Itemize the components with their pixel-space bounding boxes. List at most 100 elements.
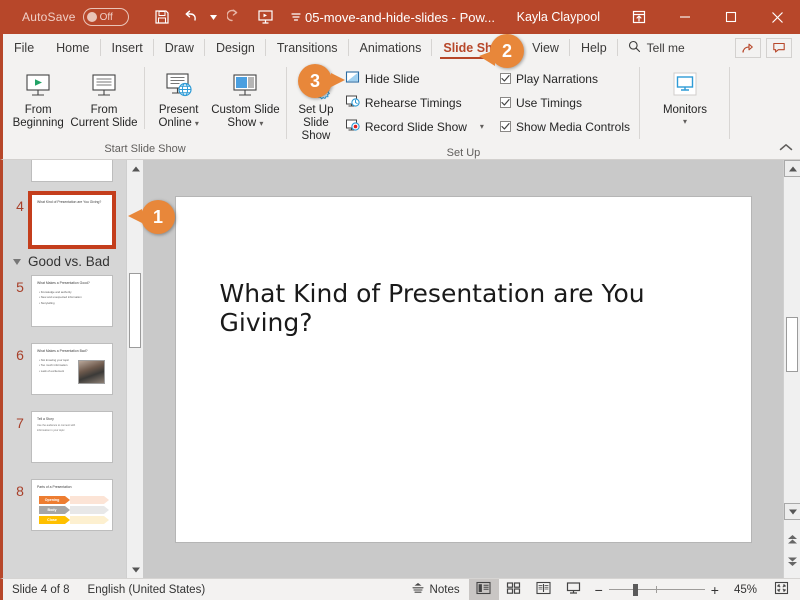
autosave-control[interactable]: AutoSave Off	[22, 8, 129, 26]
previous-slide-button[interactable]	[784, 531, 800, 548]
normal-view-button[interactable]	[468, 578, 499, 600]
notes-button[interactable]: Notes	[402, 579, 469, 600]
chevron-down-icon[interactable]: ▾	[480, 122, 484, 131]
scroll-up-icon[interactable]	[127, 160, 143, 177]
play-narrations-checkbox[interactable]: Play Narrations	[495, 67, 635, 90]
list-item[interactable]: 5 What Makes a Presentation Good? Knowle…	[3, 275, 126, 327]
slide-thumbnail-selected[interactable]: What Kind of Presentation are You Giving…	[28, 191, 116, 249]
section-header-label: Good vs. Bad	[28, 254, 110, 269]
chevron-down-icon[interactable]: ▾	[195, 119, 199, 128]
undo-icon[interactable]	[179, 5, 205, 29]
slide-thumbnail[interactable]: Parts of a Presentation Opening Body Clo…	[31, 479, 113, 531]
slide-show-button[interactable]	[559, 579, 589, 600]
slide-title-placeholder[interactable]: What Kind of Presentation are You Giving…	[220, 279, 711, 337]
slide-counter-label: Slide 4 of 8	[12, 583, 70, 596]
list-item[interactable]: 7 Tell a Story Use the audience to conne…	[3, 411, 126, 463]
language-label: English (United States)	[87, 583, 206, 596]
set-up-small-buttons: Hide Slide Rehearse Timings Record Slide…	[340, 65, 489, 138]
save-icon[interactable]	[149, 5, 175, 29]
tab-design[interactable]: Design	[205, 34, 266, 61]
account-name[interactable]: Kayla Claypool	[517, 10, 600, 24]
set-up-slide-show-label-2: Slide Show	[301, 117, 331, 143]
use-timings-checkbox[interactable]: Use Timings	[495, 91, 635, 114]
slide-thumbnail[interactable]: What Makes a Presentation Bad? Not knowi…	[31, 343, 113, 395]
scroll-up-icon[interactable]	[784, 160, 800, 177]
chevron-down-icon[interactable]: ▾	[683, 117, 687, 126]
close-button[interactable]	[754, 0, 800, 34]
show-media-controls-checkbox[interactable]: Show Media Controls	[495, 115, 635, 138]
slide-show-icon	[566, 581, 581, 598]
tab-home[interactable]: Home	[45, 34, 101, 61]
callout-tail	[128, 209, 142, 223]
record-slide-show-button[interactable]: Record Slide Show ▾	[340, 115, 489, 138]
reading-view-button[interactable]	[529, 579, 559, 600]
slide-thumbnail[interactable]	[31, 160, 113, 182]
tab-insert[interactable]: Insert	[101, 34, 155, 61]
slide-thumbnail[interactable]: What Makes a Presentation Good? Knowledg…	[31, 275, 113, 327]
collapse-ribbon-icon[interactable]	[779, 143, 793, 155]
tab-insert-label: Insert	[111, 40, 143, 55]
rehearse-timings-button[interactable]: Rehearse Timings	[340, 91, 489, 114]
custom-slide-show-button[interactable]: Custom Slide Show ▾	[209, 65, 282, 133]
current-slide[interactable]: What Kind of Presentation are You Giving…	[175, 196, 751, 542]
callout-badge-2: 2	[479, 34, 524, 68]
language-indicator[interactable]: English (United States)	[79, 579, 215, 600]
tab-file[interactable]: File	[3, 34, 45, 61]
scroll-down-icon[interactable]	[127, 561, 143, 578]
canvas-scrollbar[interactable]	[783, 160, 800, 578]
share-icon[interactable]	[735, 37, 761, 58]
list-item[interactable]: 6 What Makes a Presentation Bad? Not kno…	[3, 343, 126, 395]
scroll-down-icon[interactable]	[784, 503, 800, 520]
normal-view-icon	[476, 581, 491, 598]
slide-counter[interactable]: Slide 4 of 8	[3, 579, 79, 600]
present-online-button[interactable]: Present Online ▾	[149, 65, 209, 133]
maximize-button[interactable]	[708, 0, 754, 34]
reading-view-icon	[536, 581, 551, 598]
slide-thumbnail[interactable]: Tell a Story Use the audience to connect…	[31, 411, 113, 463]
monitors-button[interactable]: Monitors ▾	[652, 65, 718, 129]
undo-dropdown-icon[interactable]	[209, 5, 219, 29]
list-item[interactable]: 8 Parts of a Presentation Opening Body C…	[3, 479, 126, 531]
section-collapse-icon[interactable]	[13, 258, 21, 265]
present-online-label-2-text: Online	[158, 117, 192, 130]
zoom-track[interactable]	[608, 583, 705, 596]
section-header-good-vs-bad[interactable]: Good vs. Bad	[3, 246, 126, 275]
tab-animations[interactable]: Animations	[349, 34, 433, 61]
zoom-level[interactable]: 45%	[725, 579, 766, 600]
autosave-toggle[interactable]: Off	[82, 8, 129, 26]
minimize-button[interactable]	[662, 0, 708, 34]
zoom-slider-handle[interactable]	[632, 583, 638, 596]
from-current-slide-button[interactable]: From Current Slide	[68, 65, 139, 133]
quick-access-toolbar	[149, 5, 309, 29]
thumbnail-scrollbar-thumb[interactable]	[129, 273, 141, 348]
callout-tail	[331, 73, 345, 87]
zoom-out-button[interactable]: −	[595, 582, 603, 598]
ribbon-display-options-icon[interactable]	[616, 0, 662, 34]
list-item[interactable]	[3, 160, 126, 182]
fit-to-window-button[interactable]	[766, 579, 796, 600]
redo-icon[interactable]	[223, 5, 249, 29]
hide-slide-button[interactable]: Hide Slide	[340, 67, 489, 90]
from-current-slide-label-1: From	[90, 104, 118, 116]
zoom-slider[interactable]: − +	[589, 582, 725, 598]
next-slide-button[interactable]	[784, 553, 800, 570]
list-item[interactable]: 4 What Kind of Presentation are You Givi…	[3, 191, 126, 249]
slide-sorter-button[interactable]	[499, 579, 529, 600]
tell-me-search[interactable]: Tell me	[618, 34, 695, 61]
start-presentation-icon[interactable]	[253, 5, 279, 29]
ribbon-group-monitors: Monitors ▾	[640, 61, 730, 159]
tab-design-label: Design	[215, 40, 255, 55]
comments-icon[interactable]	[766, 37, 792, 58]
zoom-in-button[interactable]: +	[711, 582, 719, 598]
chevron-down-icon[interactable]: ▾	[259, 119, 263, 128]
canvas-scrollbar-thumb[interactable]	[786, 317, 798, 372]
tab-draw[interactable]: Draw	[154, 34, 206, 61]
status-bar-right: Notes − + 45%	[402, 578, 800, 600]
ribbon: From Beginning From Current Slide Presen…	[0, 61, 800, 160]
tab-view[interactable]: View	[521, 34, 570, 61]
thumbnail-list: 4 What Kind of Presentation are You Givi…	[3, 160, 126, 578]
tab-help[interactable]: Help	[570, 34, 618, 61]
from-beginning-button[interactable]: From Beginning	[8, 65, 68, 133]
tab-transitions[interactable]: Transitions	[266, 34, 349, 61]
tab-file-label: File	[14, 40, 35, 55]
